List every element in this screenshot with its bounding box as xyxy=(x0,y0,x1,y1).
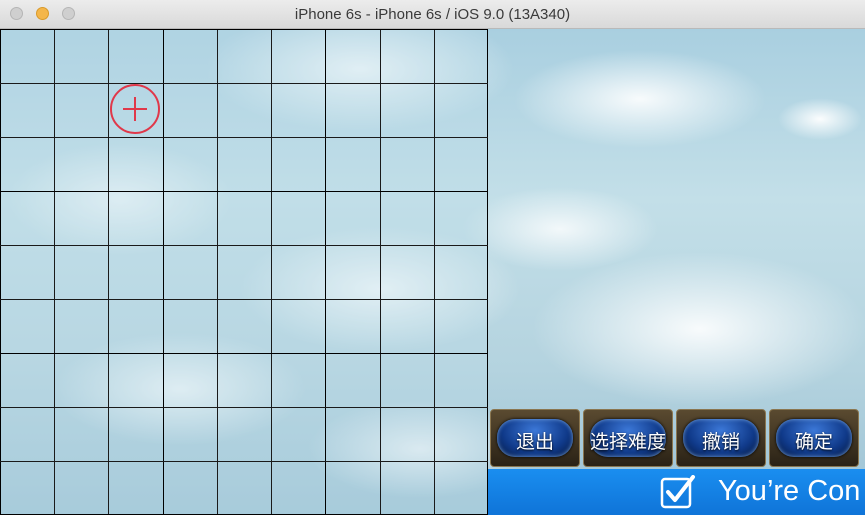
grid-line-vertical xyxy=(217,29,218,515)
grid-line-horizontal xyxy=(0,461,488,462)
grid-line-vertical xyxy=(380,29,381,515)
window-title: iPhone 6s - iPhone 6s / iOS 9.0 (13A340) xyxy=(294,6,571,23)
undo-button[interactable]: 撤销 xyxy=(676,409,766,467)
grid-line-vertical xyxy=(108,29,109,515)
exit-button-label: 退出 xyxy=(515,431,554,453)
banner-text: You’re Con xyxy=(718,475,861,507)
grid-line-vertical xyxy=(163,29,164,515)
grid-line-vertical xyxy=(434,29,435,515)
confirm-button-label: 确定 xyxy=(794,431,833,453)
select-difficulty-button-label: 选择难度 xyxy=(589,431,666,453)
connected-banner: You’re Con xyxy=(488,469,865,515)
grid-line-horizontal xyxy=(0,83,488,84)
grid-line-vertical xyxy=(325,29,326,515)
exit-button[interactable]: 退出 xyxy=(490,409,580,467)
grid-line-vertical xyxy=(0,29,1,515)
select-difficulty-button[interactable]: 选择难度 xyxy=(583,409,673,467)
checkmark-icon xyxy=(660,475,695,509)
confirm-button[interactable]: 确定 xyxy=(769,409,859,467)
simulator-screen: 退出 选择难度 撤销 确定 You’re Con xyxy=(0,29,865,515)
grid-line-horizontal xyxy=(0,137,488,138)
grid-line-vertical xyxy=(271,29,272,515)
grid-line-horizontal xyxy=(0,353,488,354)
game-board[interactable] xyxy=(0,29,488,515)
crosshair-icon[interactable] xyxy=(110,84,160,134)
grid-line-horizontal xyxy=(0,191,488,192)
window-titlebar: iPhone 6s - iPhone 6s / iOS 9.0 (13A340) xyxy=(0,0,865,29)
control-buttons: 退出 选择难度 撤销 确定 xyxy=(488,407,865,469)
grid-line-horizontal xyxy=(0,407,488,408)
grid-line-vertical xyxy=(54,29,55,515)
grid-line-horizontal xyxy=(0,299,488,300)
undo-button-label: 撤销 xyxy=(701,431,740,453)
grid-line-horizontal xyxy=(0,245,488,246)
grid-line-horizontal xyxy=(0,29,488,30)
